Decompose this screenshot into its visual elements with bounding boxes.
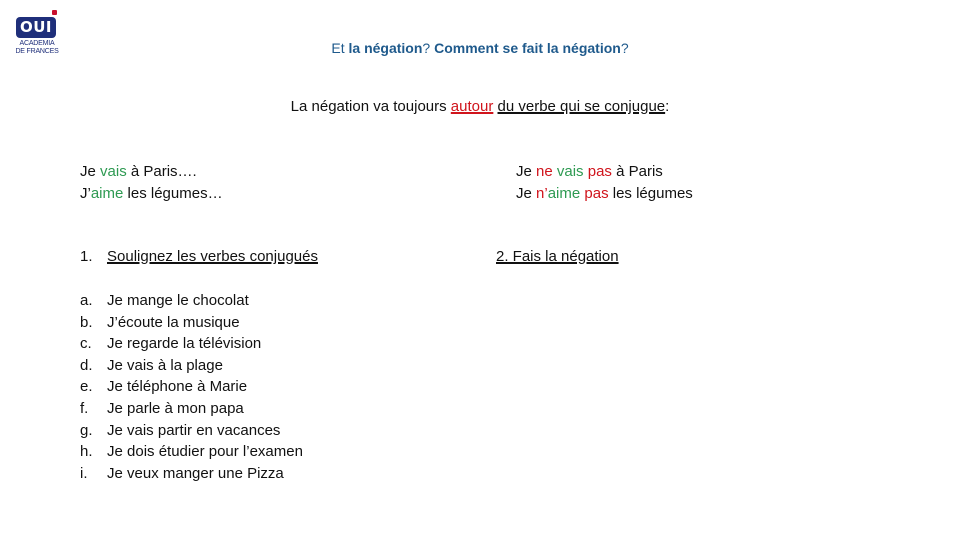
list-text: Je vais partir en vacances — [107, 421, 281, 439]
list-item: e. Je téléphone à Marie — [80, 376, 303, 398]
list-letter: d. — [80, 356, 93, 374]
list-text: Je vais à la plage — [107, 356, 223, 374]
example-text: à Paris…. — [126, 163, 197, 180]
negation-particle: pas — [587, 163, 612, 180]
list-item: a. Je mange le chocolat — [80, 290, 303, 312]
list-text: Je veux manger une Pizza — [107, 464, 284, 482]
negation-particle: pas — [584, 185, 609, 202]
task-2-label: 2. Fais la négation — [496, 248, 619, 265]
example-text: à Paris — [611, 163, 663, 180]
logo-dot-icon — [52, 10, 57, 15]
list-item: g. Je vais partir en vacances — [80, 420, 303, 442]
example-affirmative-2: J’aime les légumes… — [80, 183, 223, 205]
negation-particle: n’ — [536, 185, 548, 202]
list-item: i. Je veux manger une Pizza — [80, 463, 303, 485]
example-text: Je — [516, 185, 537, 202]
example-negative-1: Je ne vais pas à Paris — [516, 161, 693, 183]
example-verb: vais — [100, 163, 127, 180]
list-text: Je téléphone à Marie — [107, 378, 248, 396]
list-item: d. Je vais à la plage — [80, 355, 303, 377]
list-letter: i. — [80, 464, 88, 482]
example-negative-2: Je n’aime pas les légumes — [516, 183, 693, 205]
example-verb: aime — [547, 185, 581, 202]
list-text: Je regarde la télévision — [107, 335, 262, 353]
rule-statement: La négation va toujours autour du verbe … — [0, 98, 960, 115]
examples-negative: Je ne vais pas à Paris Je n’aime pas les… — [516, 161, 693, 205]
list-item: h. Je dois étudier pour l’examen — [80, 441, 303, 463]
list-item: f. Je parle à mon papa — [80, 398, 303, 420]
title-part4: Comment se fait la négation — [434, 40, 621, 56]
list-letter: f. — [80, 399, 89, 417]
title-part1: Et — [331, 40, 349, 56]
rule-underlined: du verbe qui se conjugue — [497, 98, 666, 115]
list-text: J’écoute la musique — [107, 313, 240, 331]
example-text: J’ — [80, 185, 91, 202]
example-text: les légumes… — [123, 185, 223, 202]
list-letter: h. — [80, 443, 93, 461]
rule-prefix: La négation va toujours — [290, 98, 451, 115]
list-letter: a. — [80, 292, 93, 309]
example-text: Je — [516, 163, 537, 180]
example-text: Je — [80, 163, 101, 180]
rule-highlight: autour — [450, 98, 494, 115]
sentence-list: a. Je mange le chocolat b. J’écoute la mus… — [80, 290, 303, 484]
list-letter: c. — [80, 335, 92, 353]
list-text: Je dois étudier pour l’examen — [107, 443, 303, 461]
list-item: c. Je regarde la télévision — [80, 333, 303, 355]
title-part2: la négation — [348, 40, 423, 56]
list-letter: g. — [80, 421, 93, 439]
examples-affirmative: Je vais à Paris…. J’aime les légumes… — [80, 161, 223, 205]
logo-badge: OUI — [16, 17, 56, 38]
task-1-heading: 1. Soulignez les verbes conjugués — [80, 248, 318, 265]
example-text: les légumes — [608, 185, 693, 202]
list-text: Je mange le chocolat — [107, 292, 249, 309]
task-2-heading: 2. Fais la négation — [496, 248, 619, 265]
rule-suffix: : — [665, 98, 670, 115]
page-title: Et la négation? Comment se fait la négat… — [0, 40, 960, 56]
negation-particle: ne — [536, 163, 553, 180]
list-text: Je parle à mon papa — [107, 399, 244, 417]
title-part5: ? — [620, 40, 629, 56]
list-letter: e. — [80, 378, 93, 396]
task-1-label: Soulignez les verbes conjugués — [107, 248, 318, 265]
list-letter: b. — [80, 313, 93, 331]
example-verb: vais — [556, 163, 584, 180]
title-part3: ? — [422, 40, 435, 56]
task-1-number: 1. — [80, 248, 93, 265]
list-item: b. J’écoute la musique — [80, 312, 303, 334]
example-verb: aime — [90, 185, 124, 202]
example-affirmative-1: Je vais à Paris…. — [80, 161, 223, 183]
